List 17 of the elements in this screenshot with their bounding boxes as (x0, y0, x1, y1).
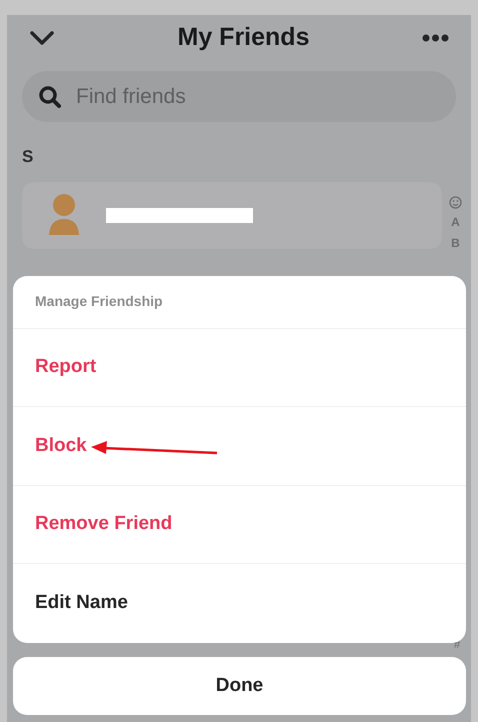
sheet-title: Manage Friendship (35, 292, 163, 312)
index-letter[interactable]: B (451, 236, 460, 250)
chevron-down-icon[interactable] (29, 30, 55, 46)
sheet-action[interactable]: Edit Name (35, 589, 128, 618)
sheet-action[interactable]: Remove Friend (35, 510, 172, 539)
index-letter[interactable]: A (451, 214, 460, 230)
friend-card[interactable] (22, 182, 442, 248)
search-field[interactable]: Find friends (22, 71, 456, 122)
section-letter: S (22, 146, 34, 168)
sheet-action[interactable]: Block (35, 432, 87, 460)
search-input[interactable]: Find friends (76, 80, 376, 112)
done-button[interactable]: Done (13, 657, 466, 715)
more-icon[interactable] (422, 34, 449, 42)
avatar-icon (48, 193, 80, 237)
sheet-action[interactable]: Report (35, 353, 96, 382)
screen-title: My Friends (178, 22, 310, 54)
search-icon (38, 84, 62, 108)
